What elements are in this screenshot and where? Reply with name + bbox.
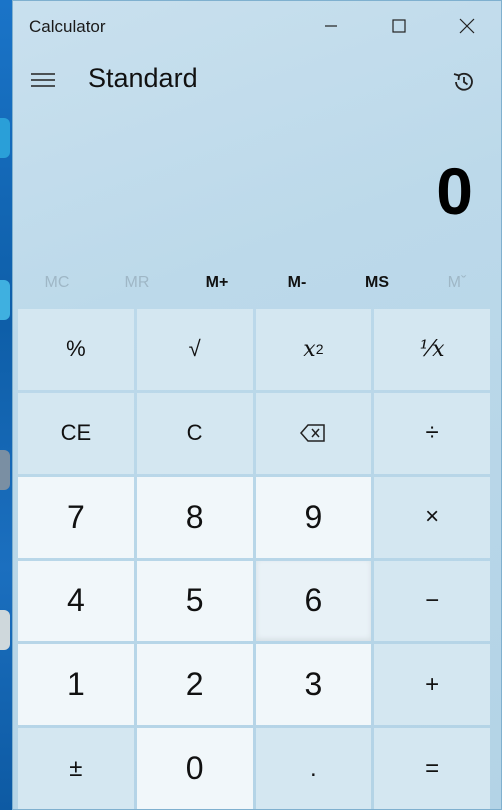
calculator-header: Standard bbox=[13, 51, 501, 111]
maximize-button[interactable] bbox=[365, 1, 433, 51]
digit-1-button[interactable]: 1 bbox=[18, 644, 134, 726]
decimal-button[interactable]: . bbox=[255, 728, 372, 809]
clear-button[interactable]: C bbox=[136, 392, 253, 474]
divide-button[interactable]: ÷ bbox=[374, 392, 490, 474]
minimize-button[interactable] bbox=[297, 1, 365, 51]
minimize-icon bbox=[325, 25, 337, 27]
navigation-menu-button[interactable] bbox=[29, 65, 57, 95]
digit-8-button[interactable]: 8 bbox=[136, 476, 253, 558]
close-button[interactable] bbox=[433, 1, 501, 51]
desktop-app-icon[interactable] bbox=[0, 280, 10, 320]
digit-2-button[interactable]: 2 bbox=[136, 644, 253, 726]
digit-9-button[interactable]: 9 bbox=[255, 476, 372, 558]
digit-6-button[interactable]: 6 bbox=[255, 560, 372, 642]
keypad: % √ x2 ⅟x CE C ÷ 7 8 9 × 4 5 6 − 1 2 3 +… bbox=[18, 309, 490, 809]
reciprocal-button[interactable]: ⅟x bbox=[374, 309, 490, 390]
close-icon bbox=[459, 18, 475, 34]
memory-store-button[interactable]: MS bbox=[337, 263, 417, 303]
backspace-icon bbox=[300, 424, 326, 442]
desktop-app-icon[interactable] bbox=[0, 118, 10, 158]
calculator-window: Calculator Standard 0 MC MR M+ M- MS Mˇ … bbox=[12, 0, 502, 810]
negate-button[interactable]: ± bbox=[18, 728, 134, 809]
mode-title: Standard bbox=[88, 63, 198, 93]
equals-button[interactable]: = bbox=[374, 728, 490, 809]
history-icon bbox=[453, 72, 473, 91]
memory-recall-button[interactable]: MR bbox=[97, 263, 177, 303]
digit-4-button[interactable]: 4 bbox=[18, 560, 134, 642]
add-button[interactable]: + bbox=[374, 644, 490, 726]
subtract-button[interactable]: − bbox=[374, 560, 490, 642]
memory-add-button[interactable]: M+ bbox=[177, 263, 257, 303]
result-display: 0 bbox=[436, 154, 473, 228]
reciprocal-label: ⅟x bbox=[419, 336, 445, 362]
clear-entry-button[interactable]: CE bbox=[18, 392, 134, 474]
digit-7-button[interactable]: 7 bbox=[18, 476, 134, 558]
title-bar[interactable]: Calculator bbox=[13, 1, 501, 51]
history-button[interactable] bbox=[447, 65, 481, 99]
memory-list-button[interactable]: Mˇ bbox=[417, 263, 497, 303]
digit-5-button[interactable]: 5 bbox=[136, 560, 253, 642]
memory-clear-button[interactable]: MC bbox=[17, 263, 97, 303]
square-button[interactable]: x2 bbox=[255, 309, 372, 390]
digit-0-button[interactable]: 0 bbox=[136, 728, 253, 809]
memory-subtract-button[interactable]: M- bbox=[257, 263, 337, 303]
square-exponent: 2 bbox=[315, 341, 324, 358]
desktop-background bbox=[0, 0, 12, 810]
memory-bar: MC MR M+ M- MS Mˇ bbox=[17, 263, 497, 303]
digit-3-button[interactable]: 3 bbox=[255, 644, 372, 726]
maximize-icon bbox=[392, 19, 406, 33]
backspace-button[interactable] bbox=[255, 392, 372, 474]
percent-button[interactable]: % bbox=[18, 309, 134, 390]
square-base: x bbox=[303, 336, 316, 362]
desktop-app-icon[interactable] bbox=[0, 450, 10, 490]
hamburger-icon bbox=[31, 73, 55, 87]
multiply-button[interactable]: × bbox=[374, 476, 490, 558]
desktop-app-icon[interactable] bbox=[0, 610, 10, 650]
square-root-button[interactable]: √ bbox=[136, 309, 253, 390]
window-title: Calculator bbox=[29, 17, 106, 36]
